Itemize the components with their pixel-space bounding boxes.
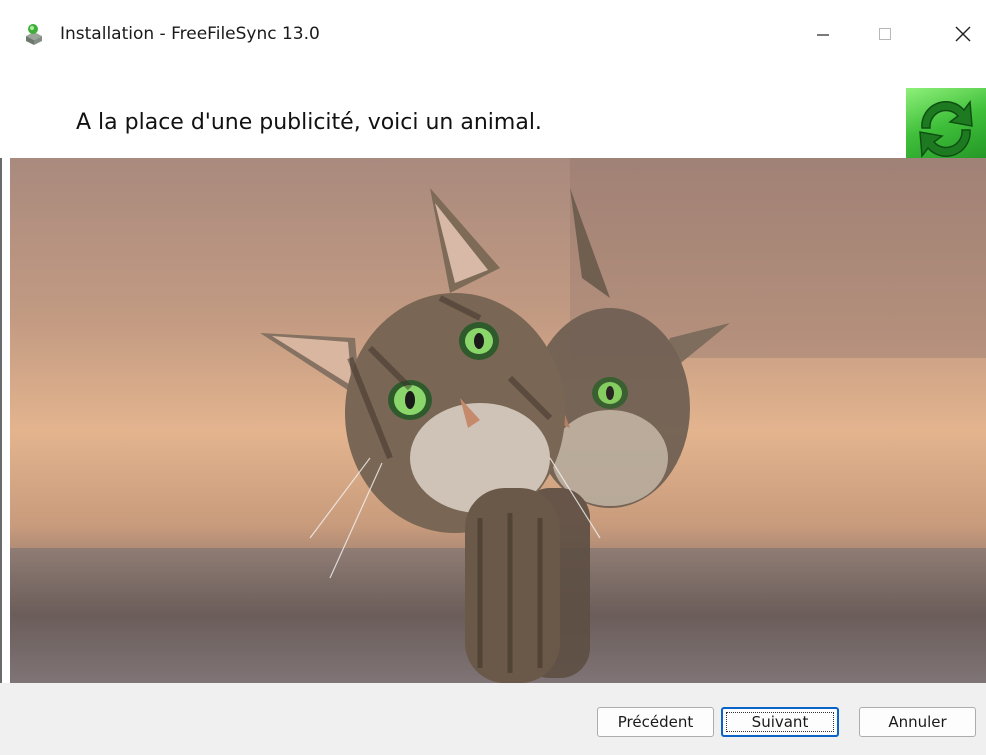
installer-app-icon (22, 22, 46, 46)
minimize-icon (817, 34, 829, 36)
close-button[interactable] (940, 12, 986, 56)
maximize-button[interactable] (862, 12, 908, 56)
maximize-icon (879, 28, 891, 40)
cat-photo (10, 158, 986, 683)
window-title: Installation - FreeFileSync 13.0 (60, 24, 320, 44)
previous-button[interactable]: Précédent (597, 707, 714, 737)
cat-illustration (260, 188, 730, 683)
installer-window: Installation - FreeFileSync 13.0 A la pl… (0, 0, 986, 755)
next-button[interactable]: Suivant (721, 707, 839, 737)
cancel-button[interactable]: Annuler (859, 707, 976, 737)
wizard-header: A la place d'une publicité, voici un ani… (0, 72, 986, 170)
minimize-button[interactable] (800, 12, 846, 56)
title-bar[interactable]: Installation - FreeFileSync 13.0 (0, 0, 986, 72)
close-icon (955, 26, 971, 42)
cat-main (260, 188, 601, 683)
focus-rectangle (726, 712, 834, 732)
wizard-footer: Précédent Suivant Annuler (0, 683, 986, 755)
header-message: A la place d'une publicité, voici un ani… (76, 110, 542, 135)
